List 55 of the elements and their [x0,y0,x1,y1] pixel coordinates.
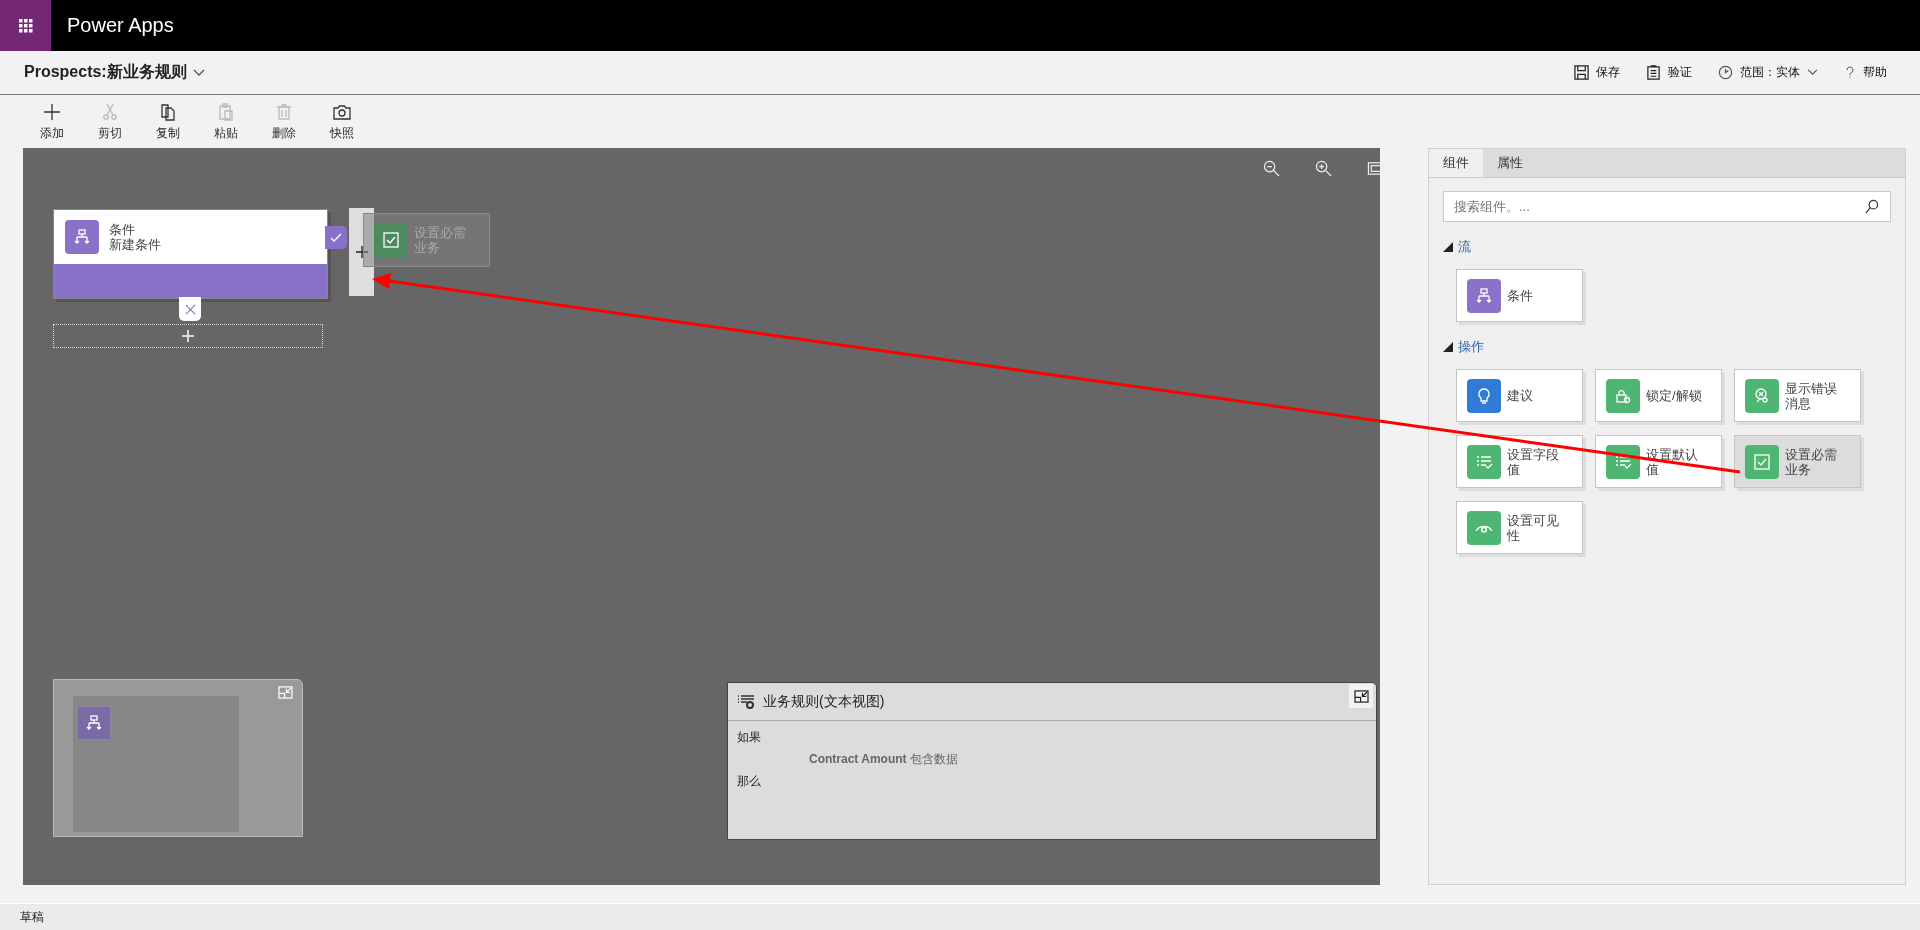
component-card[interactable]: 设置必需业务 [1734,435,1861,488]
app-title: Power Apps [67,14,174,37]
waffle-icon [18,18,33,33]
component-card[interactable]: 锁定/解锁 [1595,369,1722,422]
clock-icon [1718,65,1733,80]
rule-clause: Contract Amount 包含数据 [808,751,959,768]
save-button[interactable]: 保存 [1572,62,1622,83]
rule-keyword: 那么 [737,773,762,790]
component-card[interactable]: 条件 [1456,269,1583,322]
panel-tab[interactable]: 组件 [1429,149,1483,177]
close-button[interactable] [179,297,201,321]
collapse-icon[interactable] [278,686,293,699]
trash-icon [274,101,294,122]
section-header[interactable]: 操作 [1443,338,1484,356]
component-card[interactable]: 设置字段值 [1456,435,1583,488]
copy-icon [158,101,178,122]
rules-gear-icon [737,693,755,710]
add-step-button[interactable] [53,324,323,348]
component-card[interactable]: 设置可见性 [1456,501,1583,554]
copy-button[interactable]: 复制 [148,101,188,142]
question-icon [1844,65,1856,80]
scissors-icon [100,101,120,122]
rule-keyword: 如果 [737,729,762,746]
collapse-button[interactable] [1349,684,1373,708]
plus-icon [42,101,62,122]
app-launcher-button[interactable] [0,0,51,51]
status-text: 草稿 [20,908,44,926]
help-button[interactable]: 帮助 [1842,62,1889,83]
search-field[interactable]: 搜索组件。... [1443,191,1891,222]
validate-button[interactable]: 验证 [1644,62,1694,83]
close-icon [184,303,196,315]
plus-icon [355,246,368,258]
rule-title: Prospects:新业务规则 [24,62,187,82]
component-card[interactable]: 显示错误消息 [1734,369,1861,422]
scope-button[interactable]: 范围：实体 [1716,62,1820,83]
section-header[interactable]: 流 [1443,238,1471,256]
node-title: 条件 新建条件 [109,222,161,252]
collapse-icon [1353,689,1369,703]
add-button[interactable]: 添加 [32,101,72,142]
plus-icon [182,330,194,342]
snapshot-button[interactable]: 快照 [322,101,362,142]
component-card[interactable]: 建议 [1456,369,1583,422]
clipboard-icon [216,101,236,122]
chevron-down-icon [1807,69,1818,76]
text-view-title: 业务规则(文本视图) [763,692,885,711]
clipboard-icon [1646,65,1661,80]
chevron-down-icon[interactable] [192,68,205,77]
condition-node[interactable]: 条件 新建条件 [53,209,328,299]
search-icon [1864,199,1879,214]
zoom-in-icon[interactable] [1315,160,1332,177]
save-icon [1574,65,1589,80]
zoom-out-icon[interactable] [1263,160,1280,177]
checkbox-icon [1752,451,1772,472]
checkbox-icon [381,230,401,250]
checkmark-icon [325,226,347,249]
